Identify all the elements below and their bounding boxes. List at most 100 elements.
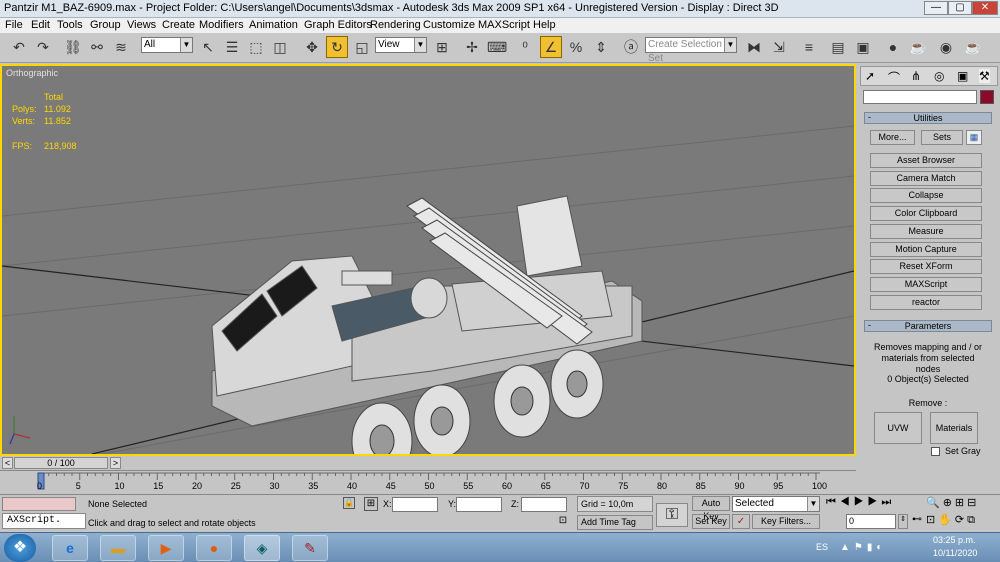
menu-edit[interactable]: Edit: [31, 19, 50, 31]
close-button[interactable]: ✕: [972, 1, 998, 15]
utility-measure-button[interactable]: Measure: [870, 224, 982, 239]
redo-icon[interactable]: ↷: [32, 36, 54, 58]
scale-icon[interactable]: ◱: [351, 36, 373, 58]
render-production-icon[interactable]: ☕: [962, 36, 984, 58]
z-coordinate-field[interactable]: [521, 497, 567, 512]
create-tab-icon[interactable]: ➚: [865, 69, 875, 83]
absolute-mode-icon[interactable]: ⊞: [364, 497, 378, 511]
reference-coord-select[interactable]: View ▼: [375, 37, 427, 53]
remove-materials-button[interactable]: Materials: [930, 412, 978, 444]
render-setup-icon[interactable]: ☕: [907, 36, 929, 58]
menu-maxscript[interactable]: MAXScript: [478, 19, 530, 31]
keyboard-shortcut-icon[interactable]: ⌨: [486, 36, 508, 58]
menu-create[interactable]: Create: [162, 19, 195, 31]
zoom-all-icon[interactable]: ⊕: [943, 497, 955, 509]
pan-icon[interactable]: ✋: [938, 514, 955, 526]
key-mode-select[interactable]: Selected ▼: [732, 496, 820, 512]
selection-filter-select[interactable]: All ▼: [141, 37, 193, 53]
clock-date[interactable]: 10/11/2020: [933, 548, 977, 558]
menu-help[interactable]: Help: [533, 19, 556, 31]
menu-rendering[interactable]: Rendering: [370, 19, 421, 31]
time-tag-icon[interactable]: ⊡: [555, 515, 571, 529]
3dsmax-taskbar-icon[interactable]: ◈: [244, 535, 280, 561]
select-link-icon[interactable]: ⛓: [62, 36, 84, 58]
set-gray-checkbox[interactable]: [931, 447, 940, 456]
edit-named-selection-icon[interactable]: ⓐ: [620, 36, 642, 58]
sets-button[interactable]: Sets: [921, 130, 963, 145]
move-icon[interactable]: ✥: [301, 36, 323, 58]
key-mode-toggle-icon[interactable]: ⊷: [912, 514, 926, 529]
time-next-button[interactable]: >: [110, 457, 121, 469]
rendered-frame-icon[interactable]: ◉: [935, 36, 957, 58]
window-crossing-icon[interactable]: ◫: [269, 36, 291, 58]
percent-snap-icon[interactable]: %: [565, 36, 587, 58]
align-icon[interactable]: ⇲: [768, 36, 790, 58]
menu-file[interactable]: File: [5, 19, 23, 31]
utility-camera-match-button[interactable]: Camera Match: [870, 171, 982, 186]
utilities-rollout-header[interactable]: - Utilities: [864, 112, 992, 124]
selection-region-icon[interactable]: ⬚: [245, 36, 267, 58]
maximize-viewport-icon[interactable]: ⧉: [967, 514, 978, 526]
object-name-field[interactable]: [863, 90, 977, 104]
remove-uvw-button[interactable]: UVW: [874, 412, 922, 444]
modify-tab-icon[interactable]: ⌒: [888, 69, 900, 86]
utility-collapse-button[interactable]: Collapse: [870, 188, 982, 203]
minimize-button[interactable]: —: [924, 1, 948, 15]
selection-lock-icon[interactable]: 🔒: [343, 497, 355, 509]
display-tab-icon[interactable]: ▣: [957, 69, 968, 83]
menu-animation[interactable]: Animation: [249, 19, 298, 31]
language-indicator[interactable]: ES: [816, 542, 828, 552]
undo-icon[interactable]: ↶: [8, 36, 30, 58]
named-selection-set-select[interactable]: Create Selection Set ▼: [645, 37, 737, 64]
menu-modifiers[interactable]: Modifiers: [199, 19, 244, 31]
time-slider-thumb[interactable]: 0 / 100: [14, 457, 108, 469]
key-filters-button[interactable]: Key Filters...: [752, 514, 820, 529]
material-editor-icon[interactable]: ●: [882, 36, 904, 58]
maxscript-listener-mini[interactable]: [2, 497, 76, 511]
media-player-icon[interactable]: ▶: [148, 535, 184, 561]
utility-maxscript-button[interactable]: MAXScript: [870, 277, 982, 292]
add-time-tag-button[interactable]: Add Time Tag: [577, 515, 653, 530]
start-button-icon[interactable]: ❖: [4, 534, 36, 562]
menu-graph-editors[interactable]: Graph Editors: [304, 19, 372, 31]
hierarchy-tab-icon[interactable]: ⋔: [911, 69, 921, 83]
zoom-icon[interactable]: 🔍: [926, 497, 943, 509]
paint-icon[interactable]: ✎: [292, 535, 328, 561]
mirror-icon[interactable]: ⧓: [743, 36, 765, 58]
track-bar[interactable]: 0 5 10 15 20 25 30 35 40 45 50 55 60 65 70 75 80 85 90 95 10…: [0, 470, 856, 494]
utilities-tab-icon[interactable]: ⚒: [979, 69, 990, 83]
utility-color-clipboard-button[interactable]: Color Clipboard: [870, 206, 982, 221]
utility-motion-capture-button[interactable]: Motion Capture: [870, 242, 982, 257]
zoom-region-icon[interactable]: ⊡: [926, 514, 938, 526]
select-manipulate-icon[interactable]: ✢: [461, 36, 483, 58]
y-coordinate-field[interactable]: [456, 497, 502, 512]
utility-asset-browser-button[interactable]: Asset Browser: [870, 153, 982, 168]
parameters-rollout-header[interactable]: - Parameters: [864, 320, 992, 332]
schematic-view-icon[interactable]: ▣: [852, 36, 874, 58]
internet-explorer-icon[interactable]: e: [52, 535, 88, 561]
object-color-swatch[interactable]: [980, 90, 994, 104]
prev-frame-icon[interactable]: ◀: [840, 496, 854, 508]
default-tangent-icon[interactable]: ✓: [732, 514, 750, 529]
more-button[interactable]: More...: [870, 130, 915, 145]
menu-tools[interactable]: Tools: [57, 19, 83, 31]
x-coordinate-field[interactable]: [392, 497, 438, 512]
time-prev-button[interactable]: <: [2, 457, 13, 469]
bind-spacewarp-icon[interactable]: ≋: [110, 36, 132, 58]
next-frame-icon[interactable]: ▶: [868, 496, 882, 508]
select-object-icon[interactable]: ↖: [197, 36, 219, 58]
menu-customize[interactable]: Customize: [423, 19, 475, 31]
current-frame-field[interactable]: 0: [846, 514, 896, 529]
maxscript-input[interactable]: AXScript.: [2, 513, 86, 529]
auto-key-button[interactable]: Auto Key: [692, 496, 730, 521]
frame-spinner-icon[interactable]: ⇕: [898, 514, 908, 529]
spinner-snap-icon[interactable]: ⇕: [590, 36, 612, 58]
tray-icons[interactable]: ▲⚑▮◐: [840, 542, 886, 553]
set-key-icon[interactable]: ⚿: [656, 503, 688, 527]
file-explorer-icon[interactable]: ▬: [100, 535, 136, 561]
goto-end-icon[interactable]: ⏭: [881, 496, 895, 508]
zoom-extents-all-icon[interactable]: ⊟: [967, 497, 979, 509]
layer-manager-icon[interactable]: ≡: [798, 36, 820, 58]
pivot-center-icon[interactable]: ⊞: [431, 36, 453, 58]
curve-editor-icon[interactable]: ▤: [827, 36, 849, 58]
